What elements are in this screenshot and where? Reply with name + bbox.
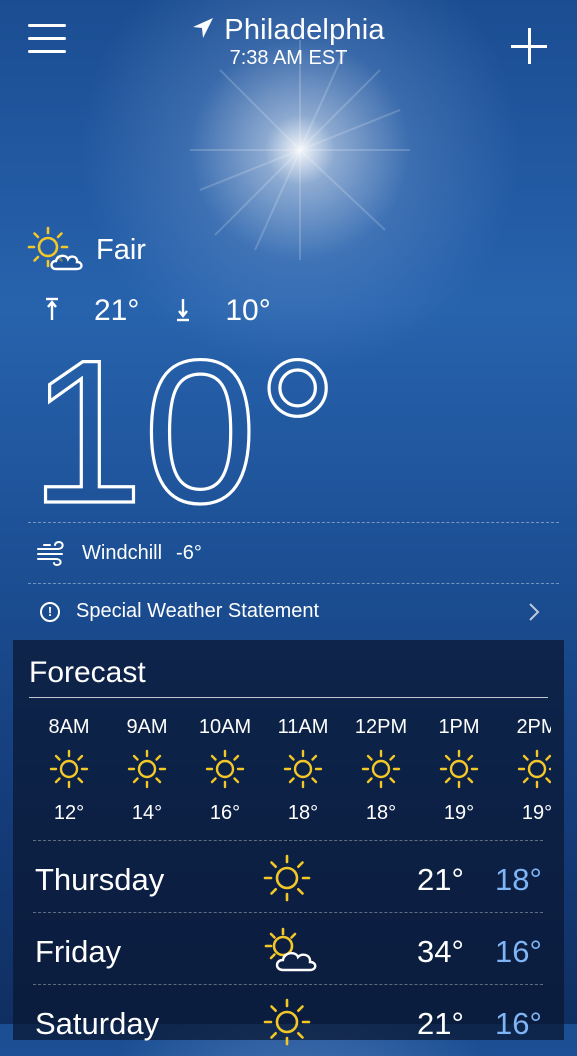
special-weather-statement-row[interactable]: ! Special Weather Statement (40, 600, 540, 623)
forecast-title-rule (29, 697, 548, 698)
sun-icon (263, 998, 311, 1046)
hour-label: 1PM (438, 716, 480, 738)
low-temp: 10° (225, 294, 271, 327)
hour-temp: 18° (287, 802, 319, 824)
day-high: 34° (417, 934, 464, 969)
hourly-item: 9AM 14° (109, 716, 185, 825)
top-bar: Philadelphia 7:38 AM EST (0, 0, 577, 90)
hour-temp: 14° (131, 802, 163, 824)
day-name: Friday (35, 934, 122, 969)
current-temperature: 10° (30, 340, 339, 510)
hour-temp: 12° (53, 802, 85, 824)
plus-icon[interactable] (511, 28, 547, 64)
sun-icon (283, 749, 323, 789)
hour-label: 2PM (516, 716, 551, 738)
row-divider (33, 840, 543, 841)
sun-cloud-icon (264, 927, 317, 972)
hourly-item: 1PM 19° (421, 716, 497, 825)
day-high: 21° (417, 862, 464, 897)
high-temp: 21° (94, 294, 140, 327)
hour-temp: 19° (443, 802, 475, 824)
hour-label: 9AM (126, 716, 168, 738)
daily-row[interactable]: Thursday 21° 18° (33, 840, 543, 912)
chevron-right-icon (529, 603, 540, 621)
hour-label: 12PM (354, 716, 408, 738)
divider (28, 522, 559, 523)
hourly-item: 12PM 18° (343, 716, 419, 825)
row-divider (33, 984, 543, 985)
sun-icon (517, 749, 551, 789)
forecast-panel: Forecast 8AM 12° 9AM 14° 10AM 16° 11AM 1… (13, 640, 564, 1046)
hourly-item: 10AM 16° (187, 716, 263, 825)
alert-text: Special Weather Statement (76, 600, 320, 622)
location-header[interactable]: Philadelphia 7:38 AM EST (0, 14, 577, 70)
arrow-down-icon (177, 299, 190, 322)
arrow-up-icon (46, 297, 58, 320)
hour-temp: 16° (209, 802, 241, 824)
hour-temp: 18° (365, 802, 397, 824)
hourly-item: 11AM 18° (265, 716, 341, 825)
hourly-forecast[interactable]: 8AM 12° 9AM 14° 10AM 16° 11AM 18° 12PM 1… (31, 716, 551, 826)
hourly-item: 2PM 19° (499, 716, 551, 825)
current-condition: Fair (26, 225, 146, 275)
high-low: 21° 10° (44, 294, 307, 328)
hour-label: 11AM (277, 716, 329, 738)
forecast-title: Forecast (29, 656, 146, 689)
day-name: Thursday (35, 862, 165, 897)
local-time: 7:38 AM EST (229, 47, 348, 69)
location-arrow-icon (193, 18, 214, 39)
sun-icon (439, 749, 479, 789)
hour-label: 10AM (198, 716, 252, 738)
sun-icon (49, 749, 89, 789)
row-divider (33, 912, 543, 913)
sun-cloud-icon (27, 226, 83, 271)
sun-icon (205, 749, 245, 789)
alert-icon: ! (40, 601, 60, 622)
day-high: 21° (417, 1006, 464, 1041)
divider (28, 583, 559, 584)
day-low: 16° (495, 934, 542, 969)
condition-text: Fair (96, 233, 146, 266)
hour-temp: 19° (521, 802, 551, 824)
current-temperature-display: 10° (30, 340, 340, 510)
windchill: Windchill -6° (36, 540, 202, 566)
city-name: Philadelphia (224, 14, 385, 46)
day-low: 18° (495, 862, 542, 897)
hourly-item: 8AM 12° (31, 716, 107, 825)
daily-row[interactable]: Friday 34° 16° (33, 912, 543, 984)
day-low: 16° (495, 1006, 542, 1041)
wind-icon (37, 540, 64, 566)
sun-icon (361, 749, 401, 789)
sun-icon (263, 854, 311, 902)
daily-row[interactable]: Saturday 21° 16° (33, 984, 543, 1056)
windchill-label: Windchill (82, 541, 163, 564)
sun-icon (127, 749, 167, 789)
windchill-value: -6° (176, 541, 202, 564)
hour-label: 8AM (48, 716, 90, 738)
day-name: Saturday (35, 1006, 160, 1041)
